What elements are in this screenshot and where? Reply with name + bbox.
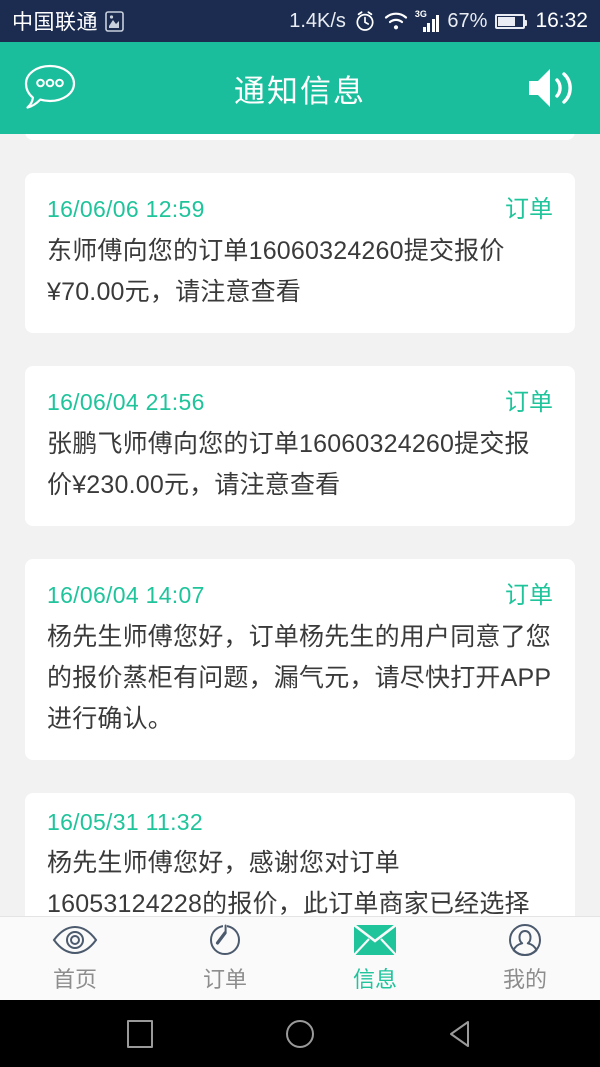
page-title: 通知信息: [234, 73, 366, 109]
tab-orders[interactable]: 订单: [150, 917, 300, 1000]
speaker-icon[interactable]: [524, 62, 578, 114]
bottom-tab-bar: 首页 订单 信息 我的: [0, 916, 600, 1000]
notification-body-text: 杨先生师傅您好，订单杨先生的用户同意了您的报价蒸柜有问题，漏气元，请尽快打开AP…: [47, 623, 552, 733]
notification-timestamp: 16/06/06 12:59: [47, 196, 205, 222]
back-triangle-icon[interactable]: [434, 1008, 486, 1060]
notification-card-header: 16/05/31 11:32: [47, 809, 553, 836]
notification-timestamp: 16/06/04 14:07: [47, 582, 205, 608]
tab-label-messages: 信息: [352, 967, 397, 992]
notification-list[interactable]: 16/06/06 12:59 订单 东师傅向您的订单16060324260提交报价¥…: [0, 134, 600, 916]
notification-card-header: 16/06/04 21:56 订单: [47, 382, 553, 417]
status-clock: 16:32: [535, 9, 588, 32]
wifi-icon: [384, 11, 408, 31]
app-root: 中国联通 1.4K/s 3G 67% 16:32 通知信息 16/06/06 1…: [0, 0, 600, 1067]
notification-card[interactable]: 16/06/04 14:07 订单杨先生师傅您好，订单杨先生的用户同意了您的报价蒸…: [25, 559, 575, 760]
tab-profile[interactable]: 我的: [450, 917, 600, 1000]
stopwatch-icon: [208, 923, 242, 957]
eye-icon: [52, 923, 98, 957]
tab-label-profile: 我的: [502, 967, 547, 992]
recents-square-icon[interactable]: [114, 1008, 166, 1060]
person-icon: [508, 923, 542, 957]
sim-card-icon: [105, 10, 124, 32]
tab-home[interactable]: 首页: [0, 917, 150, 1000]
notification-body-text: 东师傅向您的订单16060324260提交报价¥70.00元，请注意查看: [47, 237, 505, 306]
network-speed: 1.4K/s: [289, 9, 346, 32]
notification-body-text: 杨先生师傅您好，感谢您对订单16053124228的报价，此订单商家已经选择了其…: [47, 849, 530, 916]
notification-card-header: 16/06/04 14:07 订单: [47, 575, 553, 610]
notification-timestamp: 16/05/31 11:32: [47, 809, 203, 835]
alarm-clock-icon: [354, 10, 376, 32]
app-header: 通知信息: [0, 42, 600, 134]
tab-label-orders: 订单: [202, 967, 247, 992]
battery-percent: 67%: [447, 9, 488, 32]
status-bar: 中国联通 1.4K/s 3G 67% 16:32: [0, 0, 600, 42]
battery-icon: [495, 13, 528, 29]
notification-card[interactable]: 16/06/04 21:56 订单张鹏飞师傅向您的订单16060324260提交报…: [25, 366, 575, 526]
notification-timestamp: 16/06/04 21:56: [47, 389, 205, 415]
notification-category-tag[interactable]: 订单: [505, 189, 553, 224]
network-type-label: 3G: [414, 9, 427, 19]
tab-label-home: 首页: [52, 967, 97, 992]
notification-card-partial[interactable]: [25, 134, 575, 140]
notification-category-tag[interactable]: 订单: [505, 575, 553, 610]
notification-card[interactable]: 16/05/31 11:32 杨先生师傅您好，感谢您对订单16053124228的…: [25, 793, 575, 916]
chat-bubble-icon[interactable]: [22, 62, 78, 114]
notification-card-header: 16/06/06 12:59 订单: [47, 189, 553, 224]
notification-body-text: 张鹏飞师傅向您的订单16060324260提交报价¥230.00元，请注意查看: [47, 430, 530, 499]
tab-messages[interactable]: 信息: [300, 917, 450, 1000]
notification-card[interactable]: 16/06/06 12:59 订单 东师傅向您的订单16060324260提交报价¥…: [25, 173, 575, 333]
carrier-name: 中国联通: [12, 11, 98, 34]
home-circle-icon[interactable]: [274, 1008, 326, 1060]
envelope-icon: [353, 923, 397, 957]
signal-bars-icon: 3G: [414, 9, 440, 32]
notification-category-tag[interactable]: 订单: [505, 382, 553, 417]
android-navigation-bar: [0, 1000, 600, 1067]
